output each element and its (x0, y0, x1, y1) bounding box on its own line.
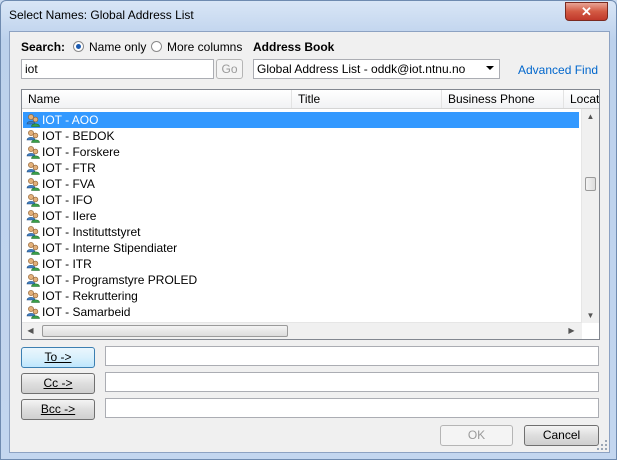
distribution-list-icon (26, 306, 40, 319)
list-item-label: IOT - FVA (42, 177, 95, 191)
scroll-left-icon[interactable]: ◀ (22, 326, 39, 335)
list-item[interactable]: IOT - Instituttstyret (23, 224, 579, 240)
list-item[interactable]: IOT - IIere (23, 208, 579, 224)
distribution-list-icon (26, 274, 40, 287)
chevron-down-icon (486, 66, 494, 70)
distribution-list-icon (26, 162, 40, 175)
list-item-label: IOT - Programstyre PROLED (42, 273, 198, 287)
list-item-label: IOT - Instituttstyret (42, 225, 141, 239)
list-item-label: IOT - Samarbeid (42, 305, 131, 319)
list-header: Name Title Business Phone Location (22, 90, 599, 109)
list-item-label: IOT - Forskere (42, 145, 120, 159)
distribution-list-icon (26, 226, 40, 239)
list-item-label: IOT - Rekruttering (42, 289, 138, 303)
list-item-label: IOT - BEDOK (42, 129, 115, 143)
list-item-label: IOT - AOO (42, 113, 99, 127)
distribution-list-icon (26, 146, 40, 159)
vertical-scrollbar[interactable]: ▲ ▼ (581, 109, 599, 323)
radio-more-columns[interactable]: More columns (151, 40, 246, 55)
horizontal-scroll-thumb[interactable] (42, 325, 288, 337)
to-button-label: To -> (44, 350, 72, 364)
list-item[interactable]: IOT - Rekruttering (23, 288, 579, 304)
list-item[interactable]: IOT - BEDOK (23, 128, 579, 144)
list-item[interactable]: IOT - ITR (23, 256, 579, 272)
distribution-list-icon (26, 130, 40, 143)
distribution-list-icon (26, 290, 40, 303)
list-item[interactable]: IOT - FVA (23, 176, 579, 192)
distribution-list-icon (26, 258, 40, 271)
distribution-list-icon (26, 178, 40, 191)
to-field[interactable] (105, 346, 599, 366)
bcc-button[interactable]: Bcc -> (21, 399, 95, 420)
radio-more-columns-circle[interactable] (151, 41, 162, 52)
bcc-button-label: Bcc -> (40, 402, 76, 416)
column-header-business-phone[interactable]: Business Phone (442, 90, 564, 108)
scroll-right-icon[interactable]: ▶ (563, 326, 580, 335)
list-item-label: IOT - IIere (42, 209, 97, 223)
close-button[interactable]: ✕ (565, 2, 608, 21)
list-rows: IOT - AOO IOT - BEDOK IOT - Forskere IOT - … (22, 112, 582, 322)
column-header-title[interactable]: Title (292, 90, 442, 108)
bcc-field[interactable] (105, 398, 599, 418)
column-header-location[interactable]: Location (564, 90, 599, 108)
window-title: Select Names: Global Address List (9, 8, 194, 22)
horizontal-scrollbar[interactable]: ◀ ▶ (22, 322, 582, 339)
address-book-label: Address Book (253, 40, 335, 54)
distribution-list-icon (26, 210, 40, 223)
list-item[interactable]: IOT - Interne Stipendiater (23, 240, 579, 256)
cc-button[interactable]: Cc -> (21, 373, 95, 394)
radio-name-only-circle[interactable] (73, 41, 84, 52)
dialog-body: Search: Name only More columns Address B… (9, 31, 610, 453)
list-item[interactable]: IOT - FTR (23, 160, 579, 176)
distribution-list-icon (26, 194, 40, 207)
list-item-label: IOT - Interne Stipendiater (42, 241, 178, 255)
resize-grip-icon[interactable] (597, 440, 607, 450)
radio-more-columns-label: More columns (167, 40, 243, 54)
list-item[interactable]: IOT - Forskere (23, 144, 579, 160)
select-names-dialog: Select Names: Global Address List ✕ Sear… (0, 0, 617, 460)
search-label: Search: (21, 40, 66, 54)
address-list[interactable]: Name Title Business Phone Location IOT -… (21, 89, 600, 340)
cancel-button[interactable]: Cancel (524, 425, 599, 446)
radio-name-only-label: Name only (89, 40, 147, 54)
column-header-name[interactable]: Name (22, 90, 292, 108)
advanced-find-link[interactable]: Advanced Find (518, 63, 598, 77)
go-button[interactable]: Go (216, 59, 243, 79)
distribution-list-icon (26, 114, 40, 127)
list-item-label: IOT - FTR (42, 161, 96, 175)
list-item[interactable]: IOT - IFO (23, 192, 579, 208)
list-item[interactable]: IOT - Samarbeid (23, 304, 579, 320)
address-book-select[interactable]: Global Address List - oddk@iot.ntnu.no (253, 59, 500, 79)
search-input[interactable] (21, 59, 214, 79)
vertical-scroll-thumb[interactable] (585, 177, 596, 191)
scroll-down-icon[interactable]: ▼ (582, 311, 599, 320)
list-item[interactable]: IOT - Programstyre PROLED (23, 272, 579, 288)
close-icon: ✕ (581, 4, 592, 19)
radio-name-only[interactable]: Name only (73, 40, 163, 55)
scroll-up-icon[interactable]: ▲ (582, 112, 599, 121)
cc-field[interactable] (105, 372, 599, 392)
distribution-list-icon (26, 242, 40, 255)
to-button[interactable]: To -> (21, 347, 95, 368)
cc-button-label: Cc -> (43, 376, 73, 390)
list-item-label: IOT - ITR (42, 257, 92, 271)
address-book-selected: Global Address List - oddk@iot.ntnu.no (257, 62, 466, 76)
title-bar[interactable]: Select Names: Global Address List ✕ (1, 1, 616, 29)
ok-button[interactable]: OK (440, 425, 513, 446)
list-item-label: IOT - IFO (42, 193, 93, 207)
list-item[interactable]: IOT - AOO (23, 112, 579, 128)
